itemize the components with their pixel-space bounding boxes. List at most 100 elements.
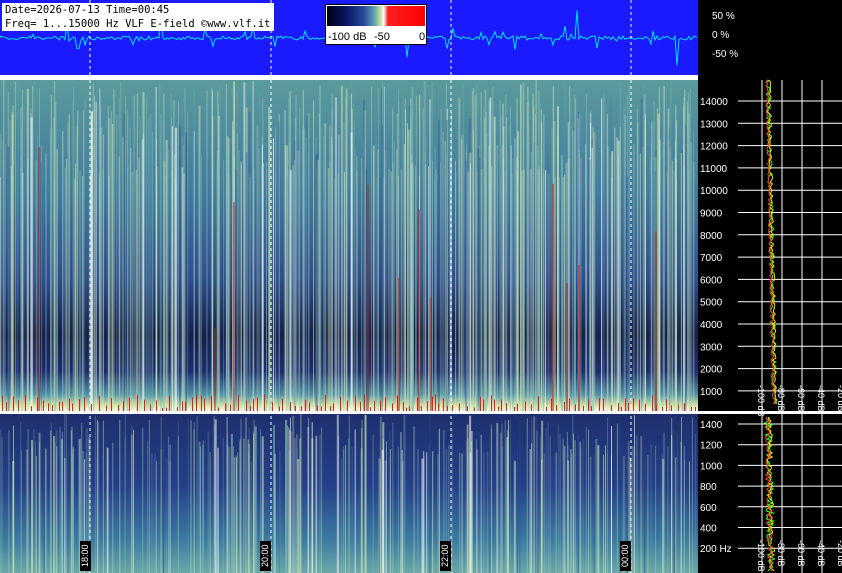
noise-streak <box>20 421 22 573</box>
noise-streak <box>484 96 486 412</box>
noise-streak <box>530 168 532 411</box>
noise-streak <box>35 456 37 573</box>
noise-streak <box>677 435 678 573</box>
frequency-tick-label: 1000 <box>700 387 723 398</box>
noise-streak <box>421 458 424 573</box>
noise-streak <box>148 420 150 573</box>
noise-streak <box>14 81 16 412</box>
red-spike <box>611 405 612 411</box>
red-spike <box>264 394 265 411</box>
frequency-tick-label: 600 <box>700 503 717 514</box>
noise-streak <box>308 113 310 411</box>
noise-streak <box>689 461 690 573</box>
noise-streak <box>338 134 340 411</box>
noise-streak <box>327 168 329 411</box>
red-streak <box>398 277 400 411</box>
noise-streak <box>155 139 157 411</box>
noise-streak <box>128 162 130 411</box>
noise-streak <box>404 98 406 412</box>
red-spike <box>625 398 626 411</box>
red-streak <box>233 202 235 411</box>
noise-streak <box>98 173 100 411</box>
red-spike <box>230 404 231 411</box>
noise-streak <box>601 98 603 411</box>
noise-streak <box>662 142 664 412</box>
noise-streak <box>623 106 626 411</box>
time-label: 22:00 <box>440 541 451 571</box>
noise-streak <box>563 444 564 573</box>
noise-streak <box>38 432 41 573</box>
db-tick-label: -60 dB <box>796 385 806 412</box>
noise-streak <box>645 113 646 411</box>
noise-streak <box>303 128 305 411</box>
noise-streak <box>351 447 353 573</box>
noise-streak <box>491 166 493 411</box>
waveform-axis-label: 50 % <box>712 11 735 22</box>
noise-streak <box>683 459 685 573</box>
noise-streak <box>155 461 157 573</box>
noise-streak <box>187 418 189 573</box>
date-time-label: Date=2026-07-13 Time=00:45 <box>5 4 170 16</box>
frequency-tick-label: 12000 <box>700 142 728 153</box>
noise-streak <box>119 419 121 573</box>
noise-streak <box>386 152 388 411</box>
noise-streak <box>379 454 380 573</box>
noise-streak <box>299 107 301 411</box>
noise-streak <box>400 432 402 573</box>
red-streak <box>578 264 580 411</box>
spectrum-profile: 14000 13000 12000 11000 10000 9000 8000 7000 600… <box>698 79 842 573</box>
noise-streak <box>392 422 394 573</box>
noise-streak <box>50 430 52 573</box>
red-spike <box>633 398 634 411</box>
noise-streak <box>677 162 679 411</box>
noise-streak <box>148 118 150 411</box>
noise-streak <box>595 439 598 573</box>
noise-streak <box>245 417 247 573</box>
noise-streak <box>470 452 472 573</box>
noise-streak <box>423 456 425 573</box>
noise-streak <box>345 445 347 573</box>
waveform-axis: 50 % 0 % -50 % <box>698 0 842 75</box>
noise-streak <box>372 434 374 573</box>
red-spike <box>443 398 444 411</box>
noise-streak <box>76 126 78 411</box>
noise-streak <box>169 444 171 573</box>
noise-streak <box>84 100 86 411</box>
noise-streak <box>230 434 233 573</box>
red-spike <box>325 395 326 411</box>
noise-streak <box>77 111 79 411</box>
red-spike <box>678 404 679 411</box>
frequency-tick-label: 800 <box>700 482 717 493</box>
noise-streak <box>384 150 386 411</box>
red-spike <box>452 405 453 411</box>
red-spike <box>99 395 100 411</box>
frequency-tick-label: 6000 <box>700 275 723 286</box>
red-spike <box>43 400 44 411</box>
noise-streak <box>274 174 276 411</box>
noise-streak <box>422 107 424 411</box>
noise-streak <box>403 414 406 573</box>
noise-streak <box>319 113 320 412</box>
noise-streak <box>503 158 505 411</box>
noise-streak <box>458 97 461 411</box>
noise-streak <box>468 452 470 573</box>
red-spike <box>317 405 318 411</box>
red-spike <box>309 402 310 411</box>
noise-streak <box>217 90 219 411</box>
red-streak <box>38 147 40 411</box>
noise-streak <box>294 159 295 411</box>
red-spike <box>691 406 692 411</box>
noise-streak <box>72 449 74 573</box>
noise-streak <box>444 169 446 411</box>
vlf-monitor-window: { "header": { "date_line": "Date=2026-07… <box>0 0 842 573</box>
noise-streak <box>372 145 375 411</box>
noise-streak <box>311 422 313 573</box>
noise-streak <box>1 437 3 573</box>
noise-streak <box>566 432 568 573</box>
db-tick-label: -100 dB <box>756 540 766 572</box>
noise-streak <box>603 93 605 411</box>
noise-streak <box>675 457 677 573</box>
noise-streak <box>0 429 2 573</box>
noise-streak <box>350 93 352 412</box>
noise-streak <box>402 461 404 573</box>
